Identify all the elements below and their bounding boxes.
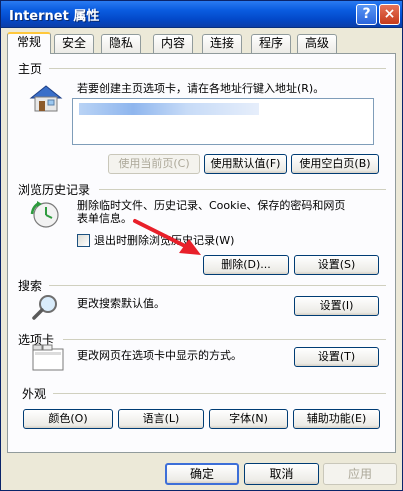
- accessibility-button[interactable]: 辅助功能(E): [293, 409, 380, 429]
- tab-security[interactable]: 安全: [54, 34, 94, 53]
- tab-privacy[interactable]: 隐私: [101, 34, 141, 53]
- history-description-line1: 删除临时文件、历史记录、Cookie、保存的密码和网页: [77, 199, 346, 212]
- divider: [53, 393, 386, 394]
- window-title: Internet 属性: [9, 9, 100, 24]
- delete-on-exit-checkbox[interactable]: [77, 234, 90, 247]
- use-blank-button[interactable]: 使用空白页(B): [291, 154, 379, 174]
- delete-history-button[interactable]: 删除(D)...: [203, 255, 289, 275]
- tab-general[interactable]: 常规: [7, 32, 51, 54]
- tab-connections[interactable]: 连接: [202, 34, 242, 53]
- red-arrow-annotation: [133, 219, 201, 255]
- colors-button[interactable]: 颜色(O): [23, 409, 113, 429]
- homepage-section-title: 主页: [18, 62, 43, 76]
- tabs-description: 更改网页在选项卡中显示的方式。: [77, 349, 242, 362]
- close-button[interactable]: ×: [379, 4, 400, 25]
- homepage-url-text: [79, 103, 259, 115]
- help-button[interactable]: ?: [356, 4, 377, 25]
- magnifier-icon: [32, 295, 57, 320]
- internet-options-dialog: Internet 属性 ? × 常规 安全 隐私 内容 连接 程序 高级 主页 …: [0, 0, 403, 491]
- tab-advanced[interactable]: 高级: [297, 34, 337, 53]
- divider: [63, 339, 386, 340]
- search-settings-button[interactable]: 设置(I): [294, 296, 379, 316]
- history-description-line2: 表单信息。: [77, 212, 132, 225]
- title-bar[interactable]: Internet 属性 ? ×: [1, 1, 402, 28]
- search-description: 更改搜索默认值。: [77, 297, 165, 310]
- cancel-button[interactable]: 取消: [244, 463, 319, 485]
- homepage-address-field[interactable]: [72, 98, 374, 145]
- search-section-title: 搜索: [18, 279, 43, 293]
- tabbed-window-icon: [32, 344, 64, 371]
- house-icon: [29, 85, 63, 112]
- fonts-button[interactable]: 字体(N): [209, 409, 288, 429]
- homepage-description: 若要创建主页选项卡，请在各地址行键入地址(R)。: [77, 82, 325, 95]
- use-default-button[interactable]: 使用默认值(F): [204, 154, 287, 174]
- languages-button[interactable]: 语言(L): [118, 409, 204, 429]
- divider: [49, 285, 386, 286]
- appearance-section-title: 外观: [22, 387, 47, 401]
- ok-button[interactable]: 确定: [165, 463, 239, 485]
- use-current-button[interactable]: 使用当前页(C): [108, 154, 200, 174]
- divider: [49, 68, 386, 69]
- history-settings-button[interactable]: 设置(S): [294, 255, 379, 275]
- apply-button[interactable]: 应用: [323, 463, 397, 485]
- divider: [99, 189, 386, 190]
- tabs-settings-button[interactable]: 设置(T): [294, 347, 379, 367]
- tab-programs[interactable]: 程序: [251, 34, 291, 53]
- tab-content[interactable]: 内容: [153, 34, 193, 53]
- clock-history-icon: [30, 201, 59, 228]
- history-section-title: 浏览历史记录: [18, 183, 91, 197]
